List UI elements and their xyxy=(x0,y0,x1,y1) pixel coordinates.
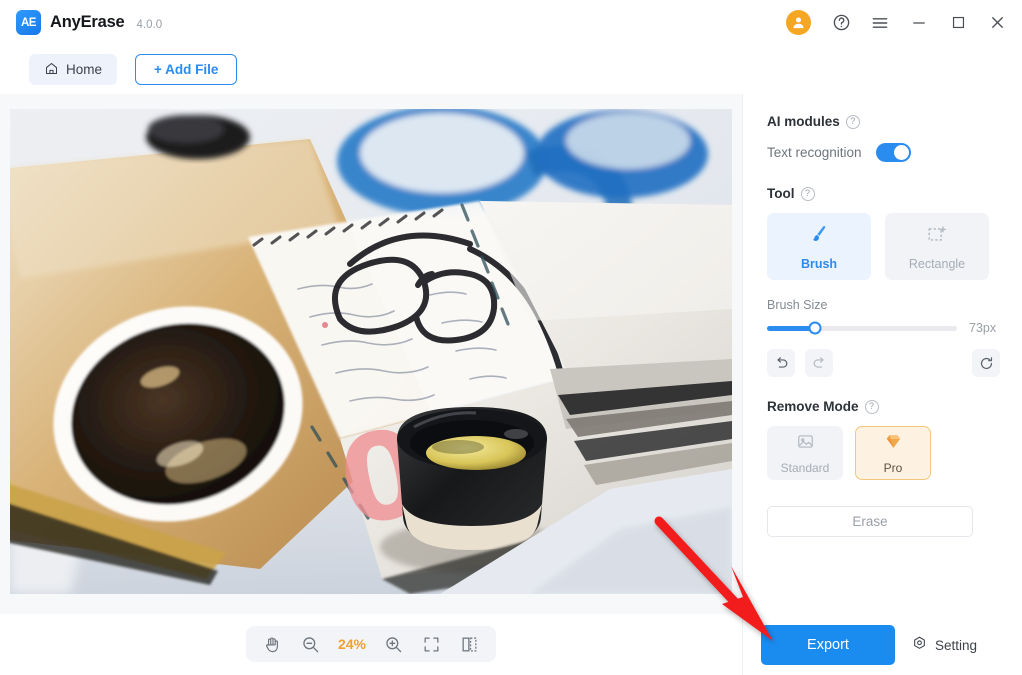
hamburger-menu-icon[interactable] xyxy=(869,12,891,34)
home-icon xyxy=(44,61,59,79)
gear-icon xyxy=(911,635,928,655)
ai-modules-title: AI modules xyxy=(767,114,840,129)
home-button[interactable]: Home xyxy=(29,54,118,85)
user-avatar-icon[interactable] xyxy=(786,10,811,35)
brush-size-slider[interactable] xyxy=(767,321,957,335)
remove-mode-pro-label: Pro xyxy=(883,460,903,475)
maximize-icon[interactable] xyxy=(947,12,969,34)
app-version: 4.0.0 xyxy=(136,18,163,31)
undo-icon[interactable] xyxy=(767,349,795,377)
fit-screen-icon[interactable] xyxy=(412,626,450,662)
image-icon xyxy=(796,432,815,456)
diamond-icon xyxy=(884,432,903,456)
canvas-column: 04 xyxy=(0,94,742,675)
setting-button[interactable]: Setting xyxy=(911,635,977,655)
remove-mode-standard[interactable]: Standard xyxy=(767,426,843,480)
zoom-toolbar: 24% xyxy=(245,626,497,662)
brush-icon xyxy=(808,223,830,250)
brush-size-label: Brush Size xyxy=(767,298,828,312)
right-panel: AI modules ? Text recognition Tool ? Bru… xyxy=(742,94,1022,675)
remove-mode-heading: Remove Mode ? xyxy=(767,399,1000,414)
remove-mode-standard-label: Standard xyxy=(780,460,830,475)
anyerase-window: AE AnyErase 4.0.0 Home + Add File 24% AI… xyxy=(0,0,1022,675)
text-recognition-label: Text recognition xyxy=(767,145,862,160)
help-circle-icon[interactable]: ? xyxy=(864,399,879,414)
add-file-button[interactable]: + Add File xyxy=(135,54,238,85)
tool-options: Brush Rectangle xyxy=(767,213,1000,280)
zoom-in-icon[interactable] xyxy=(374,626,412,662)
remove-mode-pro[interactable]: Pro xyxy=(855,426,931,480)
app-name: AnyErase xyxy=(50,13,125,31)
brand: AE AnyErase 4.0.0 xyxy=(16,10,162,35)
editing-image[interactable]: 04 xyxy=(10,109,732,594)
canvas-area[interactable]: 04 xyxy=(0,94,742,614)
top-toolbar: Home + Add File xyxy=(0,45,1022,94)
hand-pan-icon[interactable] xyxy=(254,626,292,662)
title-bar: AE AnyErase 4.0.0 xyxy=(0,0,1022,45)
redo-icon[interactable] xyxy=(805,349,833,377)
text-recognition-row: Text recognition xyxy=(767,143,1000,162)
zoom-level-label[interactable]: 24% xyxy=(330,636,374,652)
tool-option-brush[interactable]: Brush xyxy=(767,213,871,280)
tool-option-brush-label: Brush xyxy=(800,256,838,271)
tool-title: Tool xyxy=(767,186,795,201)
setting-button-label: Setting xyxy=(935,637,978,653)
help-circle-icon[interactable]: ? xyxy=(800,186,815,201)
reset-icon[interactable] xyxy=(972,349,1000,377)
panel-footer: Export Setting xyxy=(743,615,1022,675)
text-recognition-toggle[interactable] xyxy=(875,143,911,162)
remove-mode-title: Remove Mode xyxy=(767,399,859,414)
minimize-icon[interactable] xyxy=(908,12,930,34)
help-circle-icon[interactable]: ? xyxy=(845,114,860,129)
erase-button[interactable]: Erase xyxy=(767,506,973,537)
help-icon[interactable] xyxy=(830,12,852,34)
tool-option-rectangle[interactable]: Rectangle xyxy=(885,213,989,280)
app-logo-icon: AE xyxy=(16,10,41,35)
remove-mode-options: Standard Pro xyxy=(767,426,1000,480)
brush-size-row: 73px xyxy=(767,321,1000,335)
close-icon[interactable] xyxy=(986,12,1008,34)
window-controls xyxy=(786,10,1008,35)
rectangle-select-icon xyxy=(926,223,948,250)
export-button[interactable]: Export xyxy=(761,625,895,665)
history-controls xyxy=(767,349,1000,377)
tool-heading: Tool ? xyxy=(767,186,1000,201)
compare-split-icon[interactable] xyxy=(450,626,488,662)
tool-option-rectangle-label: Rectangle xyxy=(908,256,966,271)
workspace: 04 xyxy=(0,94,1022,675)
brush-size-value: 73px xyxy=(969,321,997,335)
ai-modules-heading: AI modules ? xyxy=(767,114,1000,129)
brush-size-slider-thumb[interactable] xyxy=(808,321,821,335)
zoom-toolbar-wrapper: 24% xyxy=(0,614,742,674)
zoom-out-icon[interactable] xyxy=(292,626,330,662)
home-button-label: Home xyxy=(66,62,103,77)
